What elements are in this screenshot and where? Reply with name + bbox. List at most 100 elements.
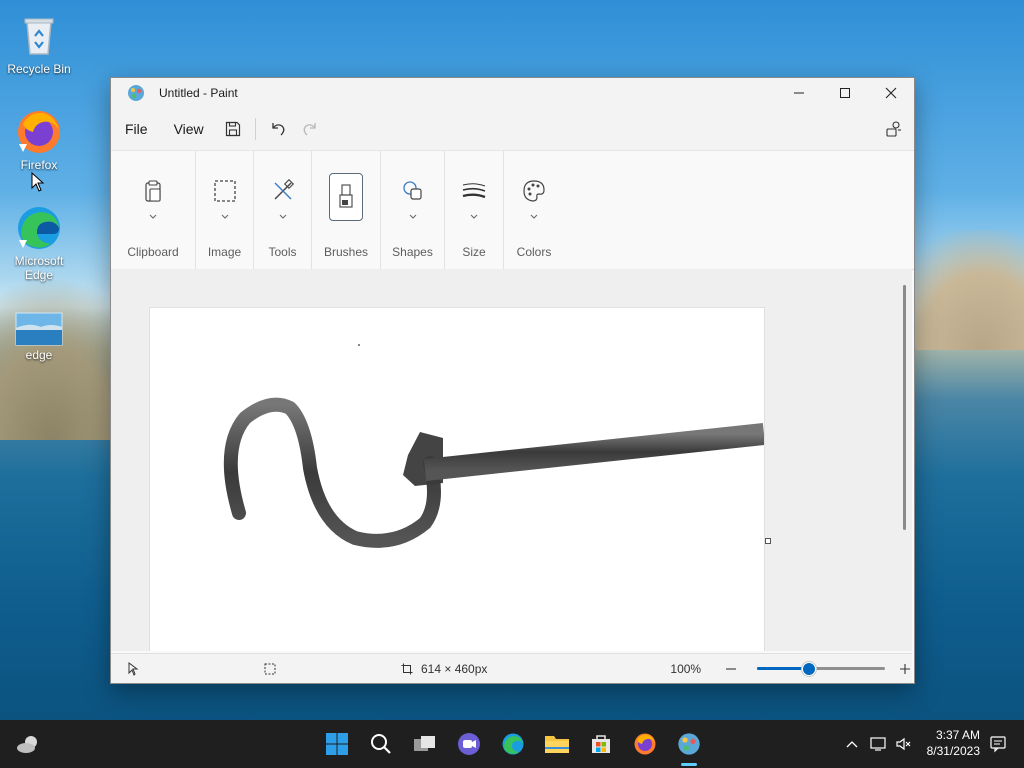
start-button[interactable] [323, 730, 351, 758]
notification-icon [990, 736, 1006, 753]
ribbon-label-colors: Colors [516, 245, 552, 259]
windows-start-icon [326, 733, 348, 755]
menu-view[interactable]: View [161, 121, 217, 137]
menu-separator [254, 118, 256, 140]
redo-icon [303, 123, 316, 136]
ribbon-label-tools: Tools [268, 245, 297, 259]
clock[interactable]: 3:37 AM 8/31/2023 [927, 727, 980, 759]
taskbar-store[interactable] [587, 730, 615, 758]
desktop-icon-recycle-bin[interactable]: Recycle Bin [3, 12, 75, 76]
close-button[interactable] [868, 78, 914, 108]
taskbar-file-explorer[interactable] [543, 730, 571, 758]
undo-button[interactable] [262, 113, 294, 145]
recycle-bin-icon [15, 12, 63, 60]
close-icon [885, 87, 897, 99]
notifications-button[interactable] [984, 730, 1012, 758]
folder-icon [545, 736, 569, 753]
task-view-icon [414, 736, 435, 751]
ribbon-label-size: Size [462, 245, 486, 259]
ribbon-label-clipboard: Clipboard [127, 245, 179, 259]
ribbon-group-brushes[interactable]: Brushes [312, 151, 381, 269]
volume-muted-icon [896, 737, 911, 751]
ribbon-group-colors[interactable]: Colors [504, 151, 564, 269]
maximize-button[interactable] [822, 78, 868, 108]
network-icon [870, 737, 886, 751]
zoom-out-icon[interactable] [725, 663, 737, 675]
desktop-icon-label: edge [25, 348, 53, 362]
canvas-size-text: 614 × 460px [421, 661, 488, 676]
save-button[interactable] [217, 113, 249, 145]
firefox-icon [15, 108, 63, 156]
store-icon [592, 735, 610, 753]
brush-icon [329, 173, 363, 221]
edge-icon [502, 733, 524, 755]
selection-size-icon [264, 663, 276, 674]
ribbon-toolbar: Clipboard Image Tools Brushes Shapes Siz… [111, 150, 914, 270]
stroke-size-icon [458, 173, 490, 209]
menu-bar: File View [111, 108, 914, 150]
ribbon-group-size[interactable]: Size [445, 151, 504, 269]
shapes-icon [397, 173, 429, 209]
minimize-icon [794, 92, 804, 94]
vertical-scrollbar[interactable] [903, 285, 906, 530]
ribbon-label-image: Image [207, 245, 242, 259]
desktop-icon-edge-image[interactable]: edge [3, 312, 75, 362]
taskbar-paint[interactable] [675, 730, 703, 758]
chevron-down-icon [530, 214, 538, 219]
menu-file[interactable]: File [112, 121, 161, 137]
brush-strokes [223, 344, 766, 548]
status-bar: 614 × 460px 100% [111, 653, 912, 683]
canvas-workspace[interactable] [111, 269, 912, 651]
zoom-slider[interactable] [757, 662, 886, 676]
drawing-canvas[interactable] [150, 308, 766, 651]
taskbar-edge[interactable] [499, 730, 527, 758]
show-hidden-icons-button[interactable] [838, 730, 866, 758]
chevron-down-icon [279, 214, 286, 219]
zoom-slider-thumb[interactable] [802, 662, 817, 676]
weather-icon [17, 736, 37, 753]
paint-window: Untitled - Paint File View Clipboard Ima… [110, 77, 915, 684]
maximize-icon [840, 88, 850, 98]
search-icon [371, 734, 391, 754]
zoom-level[interactable]: 100% [670, 662, 701, 676]
ribbon-group-tools[interactable]: Tools [254, 151, 312, 269]
volume-button[interactable] [890, 730, 918, 758]
selection-icon [209, 173, 241, 209]
network-button[interactable] [864, 730, 892, 758]
search-button[interactable] [367, 730, 395, 758]
ribbon-group-clipboard[interactable]: Clipboard [111, 151, 196, 269]
desktop-icon-microsoft-edge[interactable]: Microsoft Edge [3, 204, 75, 282]
chevron-down-icon [470, 214, 478, 219]
clock-time: 3:37 AM [935, 728, 980, 742]
chevron-down-icon [149, 214, 157, 219]
chat-icon [458, 733, 480, 755]
desktop-icon-label: Microsoft Edge [14, 254, 64, 282]
task-view-button[interactable] [411, 730, 439, 758]
undo-icon [272, 123, 285, 136]
ribbon-group-image[interactable]: Image [196, 151, 254, 269]
account-button[interactable] [878, 113, 910, 145]
minimize-button[interactable] [776, 78, 822, 108]
ribbon-group-shapes[interactable]: Shapes [381, 151, 445, 269]
paint-app-icon [678, 733, 700, 755]
desktop-icon-firefox[interactable]: Firefox [3, 108, 75, 172]
canvas-resize-handle[interactable] [765, 538, 771, 544]
save-icon [225, 121, 240, 137]
paint-app-icon [128, 85, 144, 101]
widgets-button[interactable] [14, 730, 42, 758]
title-bar[interactable]: Untitled - Paint [111, 78, 914, 108]
zoom-in-icon[interactable] [899, 663, 911, 675]
tools-icon [267, 173, 299, 209]
desktop-icon-label: Recycle Bin [7, 62, 71, 76]
palette-icon [518, 173, 550, 209]
edge-icon [15, 204, 63, 252]
teams-chat-button[interactable] [455, 730, 483, 758]
chevron-down-icon [221, 214, 228, 219]
zoom-slider-fill [757, 667, 809, 670]
ribbon-label-brushes: Brushes [323, 245, 369, 259]
taskbar-firefox[interactable] [631, 730, 659, 758]
image-file-icon [15, 312, 63, 346]
redo-button[interactable] [294, 113, 326, 145]
window-title: Untitled - Paint [159, 86, 238, 100]
canvas-size-icon [401, 663, 413, 674]
